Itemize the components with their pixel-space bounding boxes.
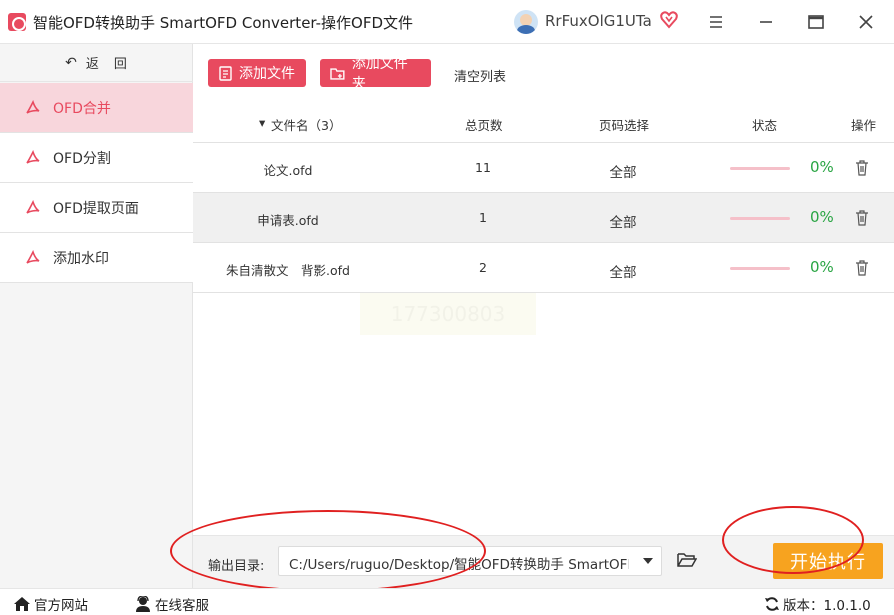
online-support-label: 在线客服 [155,598,209,614]
trash-icon[interactable] [855,160,869,176]
progress-bar [730,167,790,170]
output-dir-path: C:/Users/ruguo/Desktop/智能OFD转换助手 SmartOF… [289,557,629,573]
page-count: 1 [479,210,487,225]
title-bar: 智能OFD转换助手 SmartOFD Converter-操作OFD文件 RrF… [0,0,894,44]
output-bar: 输出目录: C:/Users/ruguo/Desktop/智能OFD转换助手 S… [193,535,894,588]
back-button[interactable]: ↶ 返 回 [0,44,193,82]
user-name[interactable]: RrFuxOlG1UTa [545,12,652,30]
back-label: 返 回 [85,57,128,72]
version-label: 版本：1.0.1.0 [783,598,871,614]
file-table: ▾ 文件名（3） 总页数 页码选择 状态 操作 论文.ofd 11 全部 0% … [193,103,894,293]
pdf-icon [26,149,40,164]
column-header-status: 状态 [752,118,778,133]
table-row[interactable]: 申请表.ofd 1 全部 0% [193,193,894,243]
official-site-label: 官方网站 [34,598,88,614]
page-range-select[interactable]: 全部 [593,211,653,231]
column-header-pages: 总页数 [465,118,503,133]
watermark-overlay: 177300803 [360,293,536,335]
add-folder-label: 添加文件夹 [351,56,408,92]
back-arrow-icon: ↶ [65,54,78,71]
add-file-icon [219,65,232,81]
pdf-icon [26,99,40,114]
table-row[interactable]: 朱自清散文 背影.ofd 2 全部 0% [193,243,894,293]
sidebar-item-label: 添加水印 [53,250,109,267]
page-range-select[interactable]: 全部 [593,261,653,281]
progress-percent: 0% [810,258,834,276]
sidebar: ↶ 返 回 OFD合并 OFD分割 OFD提取页面 添加水印 [0,44,193,588]
official-site-link[interactable]: 官方网站 [13,594,88,614]
table-header: ▾ 文件名（3） 总页数 页码选择 状态 操作 [193,103,894,143]
progress-bar [730,267,790,270]
page-range-select[interactable]: 全部 [593,161,653,181]
table-row[interactable]: 论文.ofd 11 全部 0% [193,143,894,193]
refresh-icon [765,597,779,611]
file-name: 申请表.ofd [257,213,319,228]
progress-percent: 0% [810,158,834,176]
file-name: 论文.ofd [263,163,313,178]
app-logo-icon [8,13,26,31]
online-support-link[interactable]: 在线客服 [134,594,209,614]
column-header-name[interactable]: 文件名（3） [271,115,341,134]
page-count: 2 [479,260,487,275]
trash-icon[interactable] [855,210,869,226]
app-title: 智能OFD转换助手 SmartOFD Converter-操作OFD文件 [33,14,414,32]
sidebar-item-ofd-extract[interactable]: OFD提取页面 [0,183,193,233]
sidebar-item-label: OFD分割 [53,150,111,167]
trash-icon[interactable] [855,260,869,276]
add-file-button[interactable]: 添加文件 [208,59,306,87]
maximize-icon[interactable] [805,11,827,33]
dropdown-arrow-icon[interactable] [643,558,653,564]
sidebar-item-ofd-split[interactable]: OFD分割 [0,133,193,183]
sidebar-item-label: OFD合并 [53,100,111,117]
user-avatar[interactable] [514,10,538,34]
page-count: 11 [475,160,491,175]
column-header-range: 页码选择 [599,118,650,133]
progress-bar [730,217,790,220]
add-folder-button[interactable]: 添加文件夹 [320,56,431,92]
minimize-icon[interactable] [755,11,777,33]
start-button[interactable]: 开始执行 [773,543,883,579]
pdf-icon [26,199,40,214]
sidebar-item-label: OFD提取页面 [53,200,139,217]
add-folder-icon [330,67,345,80]
vip-heart-icon[interactable] [660,11,678,29]
status-bar: 官方网站 在线客服 版本：1.0.1.0 [0,588,894,615]
folder-open-icon[interactable] [677,551,697,569]
home-icon [14,597,30,611]
file-name: 朱自清散文 背影.ofd [226,263,350,278]
column-header-ops: 操作 [851,118,877,133]
pdf-icon [26,249,40,264]
output-dir-label: 输出目录: [208,559,265,574]
support-agent-icon [136,596,150,612]
output-dir-select[interactable]: C:/Users/ruguo/Desktop/智能OFD转换助手 SmartOF… [278,546,662,576]
sidebar-item-watermark[interactable]: 添加水印 [0,233,193,283]
sort-caret-icon[interactable]: ▾ [259,115,265,130]
version-info[interactable]: 版本：1.0.1.0 [764,594,871,614]
progress-percent: 0% [810,208,834,226]
sidebar-item-ofd-merge[interactable]: OFD合并 [0,83,193,133]
close-icon[interactable] [855,11,877,33]
clear-list-button[interactable]: 清空列表 [454,66,506,85]
add-file-label: 添加文件 [239,66,295,82]
menu-icon[interactable] [705,11,727,33]
